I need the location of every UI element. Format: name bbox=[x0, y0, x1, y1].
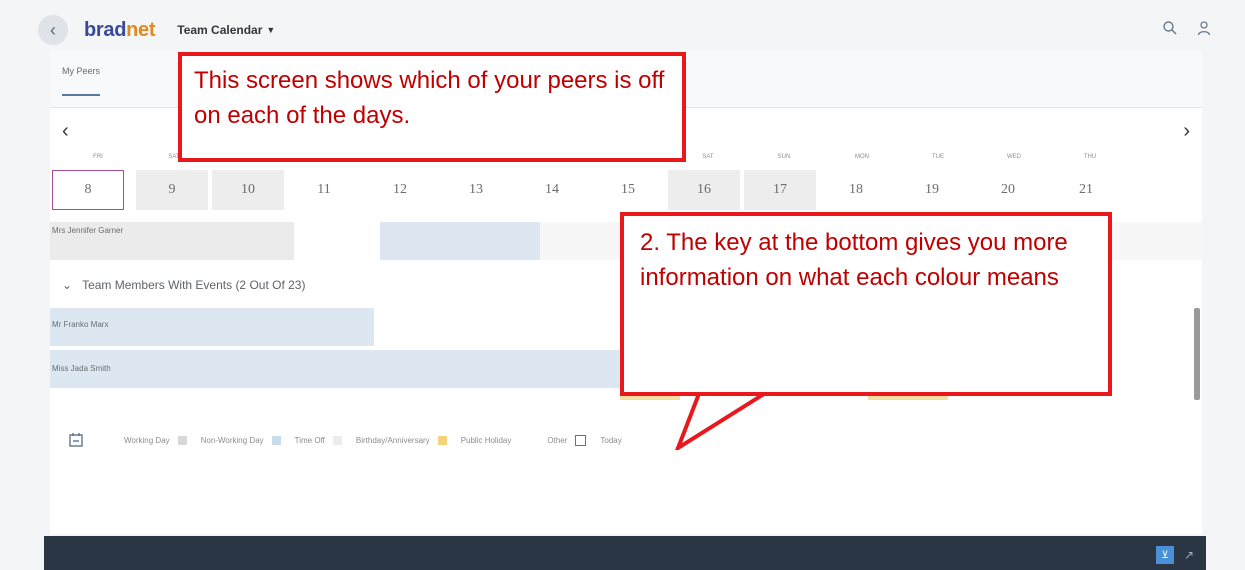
legend-label: Today bbox=[600, 435, 622, 445]
date-cell[interactable]: 18 bbox=[820, 170, 892, 210]
peer-row-cell bbox=[380, 222, 540, 260]
day-name: MON bbox=[855, 154, 869, 160]
legend-label: Birthday/Anniversary bbox=[355, 435, 430, 445]
date-cell[interactable]: 19 bbox=[896, 170, 968, 210]
chevron-left-icon[interactable]: ‹ bbox=[62, 120, 69, 143]
legend-label: Other bbox=[547, 435, 568, 445]
peer-name: Mrs Jennifer Garner bbox=[52, 226, 124, 235]
vertical-scrollbar[interactable] bbox=[1194, 308, 1200, 400]
logo-part-2: net bbox=[126, 18, 156, 41]
day-name: WED bbox=[1007, 154, 1021, 160]
chevron-down-icon: ⌄ bbox=[62, 278, 73, 292]
date-cell[interactable]: 16 bbox=[668, 170, 740, 210]
annotation-callout-1: This screen shows which of your peers is… bbox=[178, 52, 686, 162]
legend-item: Time Off bbox=[294, 435, 342, 445]
date-cell[interactable]: 11 bbox=[288, 170, 360, 210]
legend-label: Non-Working Day bbox=[200, 435, 264, 445]
legend-swatch-today bbox=[575, 434, 587, 446]
user-icon[interactable] bbox=[1196, 20, 1212, 41]
brand-logo: bradnet bbox=[84, 18, 156, 42]
legend-item: Birthday/Anniversary bbox=[355, 435, 447, 445]
legend-item: Today bbox=[600, 436, 621, 445]
date-cell[interactable]: 9 bbox=[136, 170, 208, 210]
peer-row-cell bbox=[1110, 222, 1202, 260]
chevron-left-icon: ‹ bbox=[50, 19, 56, 40]
caret-down-icon: ▼ bbox=[266, 25, 276, 35]
logo-part-1: brad bbox=[84, 18, 127, 41]
date-cell[interactable]: 21 bbox=[1050, 170, 1122, 210]
team-members-section-header[interactable]: ⌄ Team Members With Events (2 Out Of 23) bbox=[62, 278, 305, 292]
date-cell[interactable]: 12 bbox=[364, 170, 436, 210]
date-cell[interactable]: 14 bbox=[516, 170, 588, 210]
legend-swatch bbox=[271, 435, 281, 445]
legend-item: Other bbox=[547, 434, 587, 446]
legend: Working Day Non-Working Day Time Off Bir… bbox=[68, 428, 1188, 452]
day-name: THU bbox=[1083, 154, 1097, 160]
date-cell-today[interactable]: 8 bbox=[52, 170, 124, 210]
app-title-menu[interactable]: Team Calendar ▼ bbox=[177, 23, 275, 37]
tab-my-peers[interactable]: My Peers bbox=[62, 66, 101, 96]
legend-label: Public Holiday bbox=[460, 435, 512, 445]
day-name: FRI bbox=[93, 154, 103, 160]
date-cell[interactable]: 20 bbox=[972, 170, 1044, 210]
calendar-legend-icon[interactable] bbox=[68, 432, 84, 448]
legend-swatch bbox=[437, 435, 447, 445]
filter-icon[interactable]: ⊻ bbox=[1156, 546, 1174, 564]
date-cell[interactable]: 13 bbox=[440, 170, 512, 210]
legend-item: Public Holiday bbox=[461, 436, 512, 445]
legend-item: Non-Working Day bbox=[200, 435, 281, 445]
chevron-right-icon[interactable]: › bbox=[1183, 120, 1190, 143]
section-title: Team Members With Events (2 Out Of 23) bbox=[82, 278, 306, 292]
search-icon[interactable] bbox=[1162, 20, 1178, 41]
share-icon[interactable]: ↗ bbox=[1180, 546, 1198, 564]
legend-swatch bbox=[177, 435, 187, 445]
date-row: 8 9 10 11 12 13 14 15 16 17 18 19 20 21 bbox=[50, 168, 1202, 210]
shell-actions bbox=[1162, 20, 1220, 41]
legend-label: Time Off bbox=[294, 435, 325, 445]
legend-swatch bbox=[332, 435, 342, 445]
date-cell[interactable]: 15 bbox=[592, 170, 664, 210]
member-name: Mr Franko Marx bbox=[52, 320, 109, 329]
back-button[interactable]: ‹ bbox=[38, 15, 68, 45]
day-name: SUN bbox=[777, 154, 791, 160]
annotation-callout-2: 2. The key at the bottom gives you more … bbox=[620, 212, 1112, 396]
member-name: Miss Jada Smith bbox=[52, 364, 111, 373]
date-cell[interactable]: 17 bbox=[744, 170, 816, 210]
day-name: TUE bbox=[932, 154, 944, 160]
shell-header: ‹ bradnet Team Calendar ▼ bbox=[38, 10, 1220, 50]
app-title: Team Calendar bbox=[177, 23, 263, 37]
date-cell[interactable]: 10 bbox=[212, 170, 284, 210]
member-row-cell bbox=[50, 350, 620, 388]
legend-label: Working Day bbox=[124, 435, 170, 445]
legend-item: Working Day bbox=[124, 435, 187, 445]
bottom-toolbar: ⊻ ↗ bbox=[44, 536, 1206, 570]
